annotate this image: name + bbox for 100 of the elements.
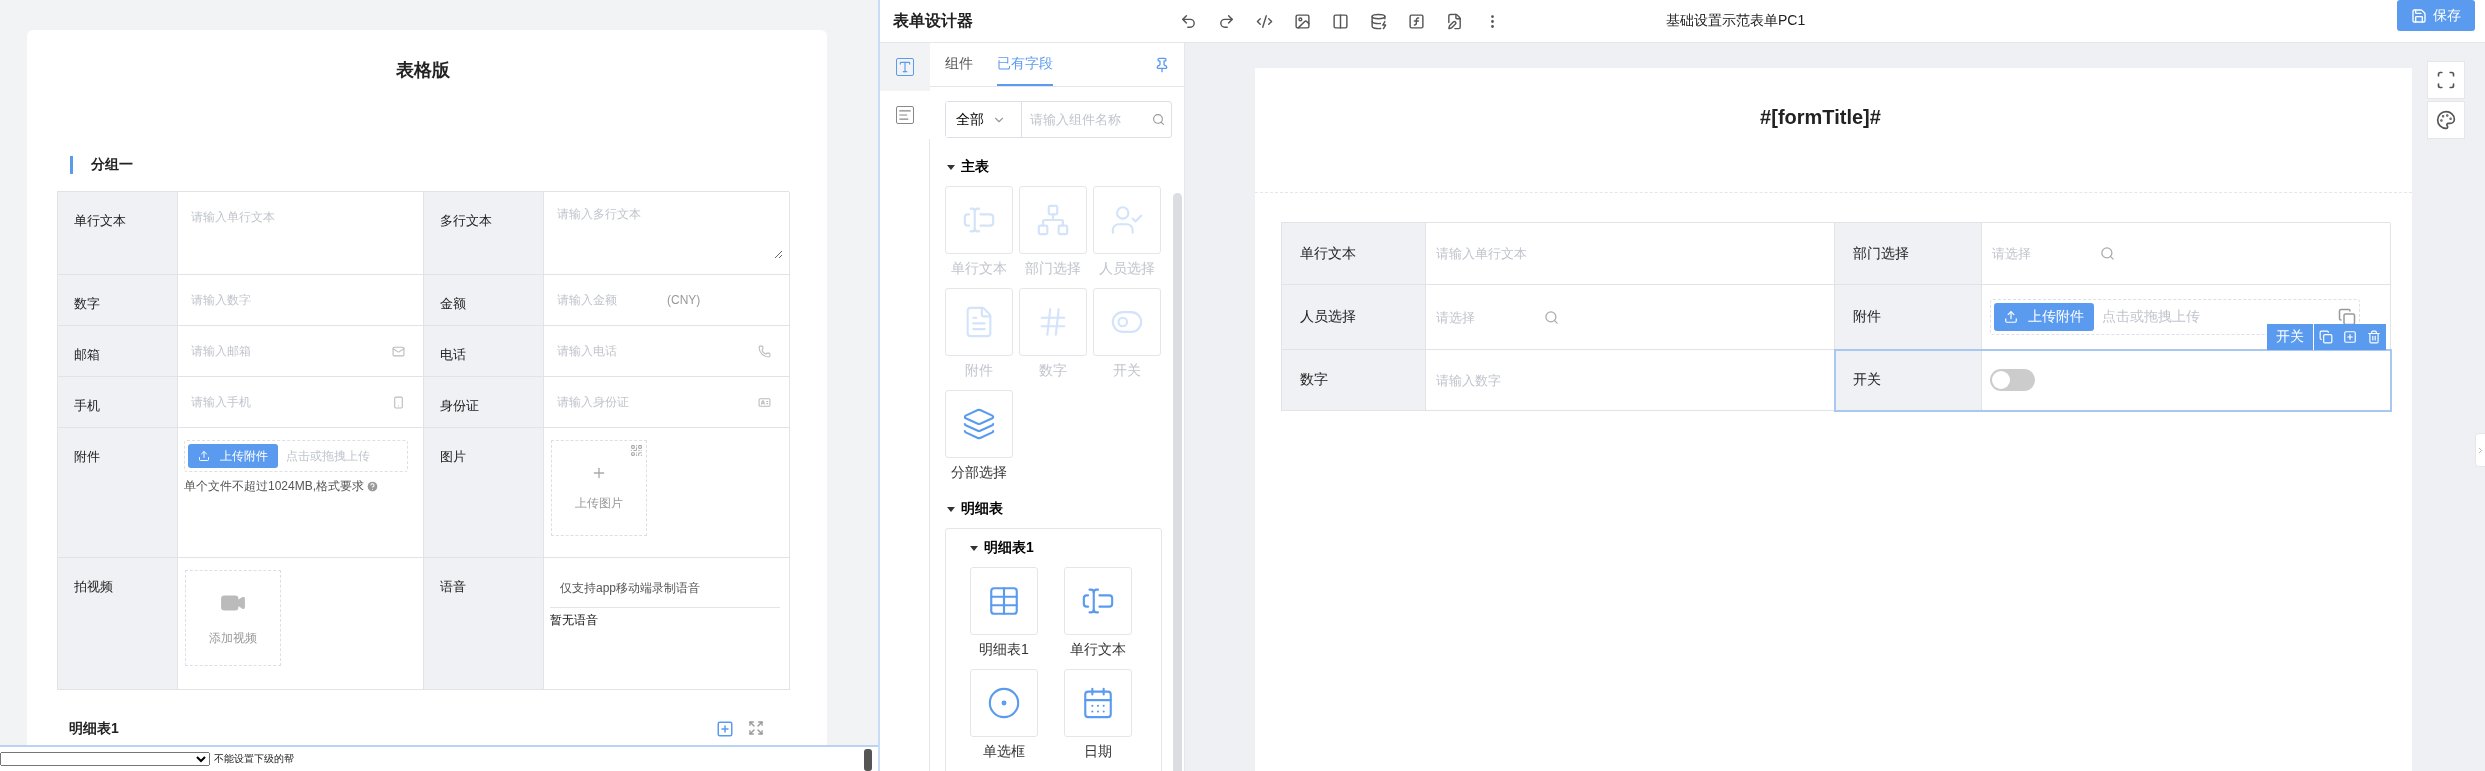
app-title: 表单设计器 [892,10,974,31]
scrollbar-thumb[interactable] [1173,193,1182,771]
field-label: 开关 [1835,350,1982,410]
code-icon[interactable] [1256,12,1273,30]
smartphone-icon [392,395,405,409]
upload-image-label: 上传图片 [575,494,623,512]
group-title: 分组一 [91,156,133,174]
save-icon [2411,7,2427,24]
tile-label: 开关 [1113,361,1141,380]
redo-icon[interactable] [1218,12,1235,30]
calendar-icon [1081,686,1115,720]
help-icon[interactable] [366,480,380,493]
undo-icon[interactable] [1180,12,1197,30]
field-label: 数字 [1282,350,1426,410]
tile-label: 数字 [1039,361,1067,380]
amount-field[interactable]: 请输入金额 [557,293,667,307]
tile-label: 分部选择 [951,463,1007,482]
image-icon[interactable] [1294,12,1311,30]
radio-icon [987,686,1021,720]
field-label: 邮箱 [58,326,178,377]
field-label: 金额 [424,275,544,326]
file-edit-icon[interactable] [1446,12,1463,30]
component-tile[interactable]: 单选框 [970,669,1038,765]
upload-icon [2004,310,2018,324]
mail-icon [392,344,405,358]
search-icon[interactable] [1151,112,1165,127]
text-field[interactable]: 请输入单行文本 [191,210,405,224]
tile-label: 单选框 [983,742,1025,761]
toggle-switch[interactable] [1990,369,2035,391]
section-header[interactable]: 明细表 [947,500,1003,518]
form-field-cell[interactable]: 部门选择 请选择 [1835,223,2391,285]
palette-icon[interactable] [2427,101,2465,139]
field-label: 语音 [424,558,544,690]
tile-label: 部门选择 [1025,259,1081,278]
form-name: 基础设置示范表单PC1 [1666,12,1806,30]
tile-label: 人员选择 [1099,259,1155,278]
org-chart-icon [1036,203,1070,237]
rail-tab[interactable] [880,43,930,91]
form-field-cell[interactable]: 人员选择 请选择 [1282,285,1835,350]
field-label: 图片 [424,428,544,558]
add-video-label: 添加视频 [209,629,257,647]
component-tile[interactable]: 单行文本 [1064,567,1132,663]
form-title: 表格版 [395,59,451,82]
component-tile[interactable]: 明细表1 [970,567,1038,663]
component-tile[interactable]: 日期 [1064,669,1132,765]
frame-icon[interactable] [2427,61,2465,99]
tile-label: 附件 [965,361,993,380]
form-field-cell[interactable]: 开关 [1835,350,2391,411]
text-field[interactable]: 请输入邮箱 [191,344,392,358]
id-card-icon [758,395,771,409]
database-icon[interactable] [1370,12,1387,30]
copy-icon[interactable] [2338,308,2356,326]
field-label: 人员选择 [1282,285,1426,349]
field-label: 手机 [58,377,178,428]
table-icon [987,584,1021,618]
group-marker [70,156,73,174]
file-limit-note: 单个文件不超过1024MB,格式要求 [184,478,365,495]
field-label: 电话 [424,326,544,377]
bottom-bar-text: 不能设置下级的帮 [214,752,294,766]
search-icon[interactable] [2100,246,2115,261]
qr-code-icon[interactable] [630,444,643,457]
fullscreen-icon[interactable] [748,720,764,736]
user-check-icon [1110,203,1144,237]
chevron-right-icon [2476,445,2485,455]
pin-icon[interactable] [1154,56,1170,73]
field-label: 单行文本 [1282,223,1426,284]
form-field-cell[interactable]: 数字 请输入数字 [1282,350,1835,411]
search-icon[interactable] [1544,309,1559,325]
field-label: 身份证 [424,377,544,428]
text-lines-icon [896,106,914,124]
form-field-cell[interactable]: 单行文本 请输入单行文本 [1282,223,1835,285]
upload-icon [198,450,210,462]
field-label: 部门选择 [1835,223,1982,284]
field-label: 多行文本 [424,192,544,275]
currency-unit: (CNY) [667,293,701,307]
selected-field-label: 开关 [2267,324,2314,350]
component-tile[interactable]: 分部选择 [945,390,1013,486]
panel-tab[interactable]: 组件 [945,43,973,86]
dropdown-field[interactable] [0,752,210,766]
columns-icon[interactable] [1332,12,1349,30]
text-field[interactable]: 请输入身份证 [557,395,758,409]
field-label: 附件 [58,428,178,558]
function-icon[interactable] [1408,12,1425,30]
form-title: #[formTitle]# [1255,68,2412,193]
category-select[interactable]: 全部 [946,102,1022,137]
tile-label: 日期 [1084,742,1112,761]
add-icon[interactable] [716,720,734,738]
no-voice-text: 暂无语音 [550,612,598,629]
text-field[interactable]: 请输入手机 [191,395,392,409]
field-label: 拍视频 [58,558,178,690]
tile-label: 单行文本 [951,259,1007,278]
tile-label: 明细表1 [979,640,1029,659]
field-label: 单行文本 [58,192,178,275]
group-header[interactable]: 明细表1 [970,539,1034,557]
section-header[interactable]: 主表 [947,158,989,176]
field-label: 附件 [1835,285,1982,349]
scrollbar-thumb[interactable] [864,749,872,771]
text-field[interactable]: 请输入数字 [191,293,405,307]
text-field[interactable]: 请输入电话 [557,344,758,358]
text-icon [896,58,914,76]
